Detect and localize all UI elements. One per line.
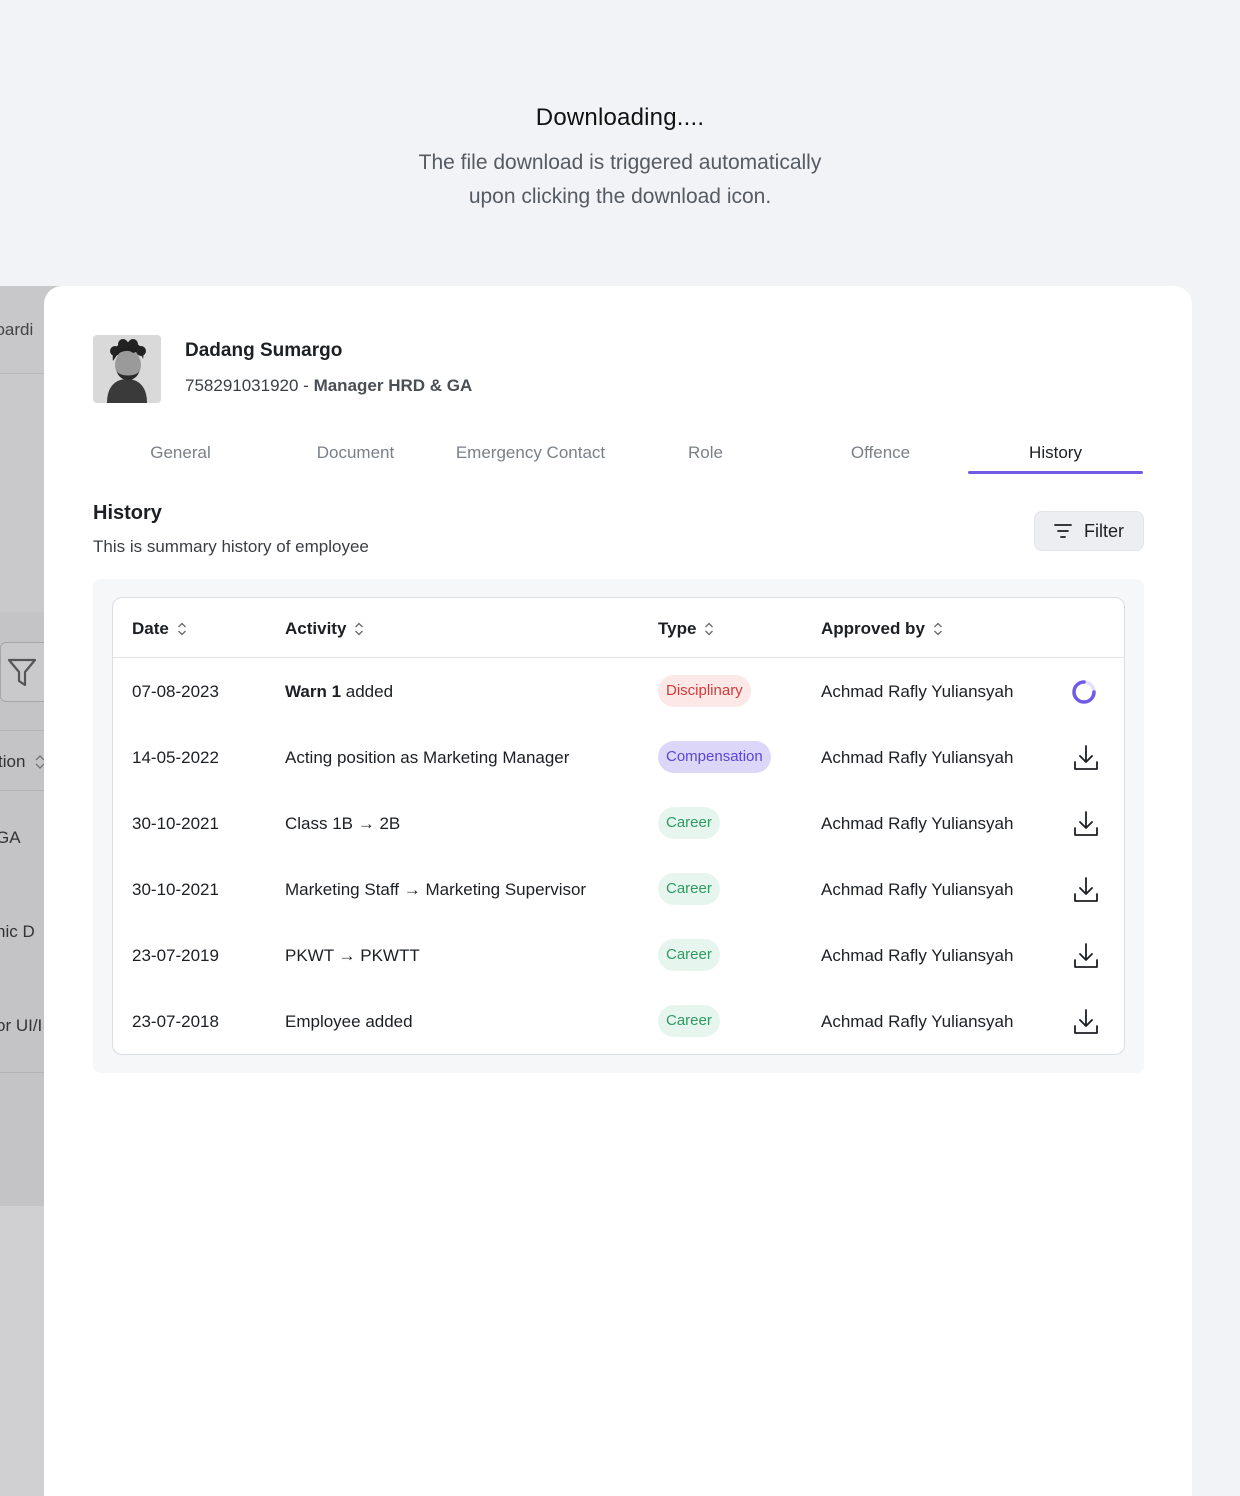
table-row: 07-08-2023 Warn 1 added Disciplinary Ach…	[113, 659, 1124, 725]
employee-id-position: 758291031920 - Manager HRD & GA	[185, 376, 472, 396]
tab-offence[interactable]: Offence	[793, 438, 968, 474]
column-header-approved-by[interactable]: Approved by	[821, 619, 943, 639]
download-icon[interactable]	[1071, 1007, 1101, 1037]
loading-spinner-icon	[1072, 680, 1096, 704]
section-title: History	[93, 502, 162, 524]
table-row: 14-05-2022 Acting position as Marketing …	[113, 725, 1124, 791]
background-header-text: boardi	[0, 320, 34, 339]
cell-approved-by: Achmad Rafly Yuliansyah	[821, 814, 1014, 833]
history-table: Date Activity Type Approved by 07-08-202…	[112, 597, 1125, 1055]
column-header-date[interactable]: Date	[132, 619, 187, 639]
cell-approved-by: Achmad Rafly Yuliansyah	[821, 682, 1014, 701]
cell-date: 30-10-2021	[132, 880, 219, 899]
cell-activity: Warn 1 added	[285, 682, 393, 702]
cell-activity-text: added	[341, 682, 394, 701]
filter-button[interactable]: Filter	[1034, 511, 1144, 551]
caption-subtitle: The file download is triggered automatic…	[0, 146, 1240, 214]
caption-title: Downloading....	[535, 104, 705, 131]
type-badge: Disciplinary	[658, 675, 751, 707]
funnel-icon	[7, 658, 37, 687]
tab-role[interactable]: Role	[618, 438, 793, 474]
filter-button-label: Filter	[1084, 520, 1124, 541]
download-icon[interactable]	[1071, 743, 1101, 773]
column-header-type[interactable]: Type	[658, 619, 714, 639]
background-text: GA	[0, 828, 21, 847]
type-badge: Compensation	[658, 741, 771, 773]
cell-date: 30-10-2021	[132, 814, 219, 833]
cell-activity: Marketing Staff → Marketing Supervisor	[285, 880, 587, 899]
tab-document[interactable]: Document	[268, 438, 443, 474]
tab-history[interactable]: History	[968, 438, 1143, 474]
cell-activity: Class 1B → 2B	[285, 814, 401, 833]
tab-bar: General Document Emergency Contact Role …	[93, 438, 1143, 474]
cell-activity: Employee added	[285, 1012, 413, 1031]
download-caption: Downloading.... The file download is tri…	[0, 104, 1240, 214]
sort-icon	[177, 622, 186, 636]
table-row: 23-07-2019 PKWT → PKWTT Career Achmad Ra…	[113, 923, 1124, 989]
type-badge: Career	[658, 873, 720, 905]
cell-date: 23-07-2019	[132, 946, 219, 965]
filter-lines-icon	[1054, 524, 1072, 538]
tab-emergency-contact[interactable]: Emergency Contact	[443, 438, 618, 474]
download-icon[interactable]	[1071, 809, 1101, 839]
table-row: 30-10-2021 Marketing Staff → Marketing S…	[113, 857, 1124, 923]
download-icon[interactable]	[1071, 875, 1101, 905]
sort-icon	[355, 622, 364, 636]
caption-line-2: upon clicking the download icon.	[468, 185, 772, 208]
column-header-activity-label: Activity	[285, 619, 347, 638]
cell-approved-by: Achmad Rafly Yuliansyah	[821, 946, 1014, 965]
column-header-activity[interactable]: Activity	[285, 619, 364, 639]
sort-icon	[705, 622, 714, 636]
table-row: 23-07-2018 Employee added Career Achmad …	[113, 989, 1124, 1054]
background-text: hic D	[0, 922, 35, 941]
type-badge: Career	[658, 1005, 720, 1037]
table-header: Date Activity Type Approved by	[113, 598, 1124, 658]
cell-approved-by: Achmad Rafly Yuliansyah	[821, 748, 1014, 767]
caption-line-1: The file download is triggered automatic…	[418, 151, 822, 174]
type-badge: Career	[658, 807, 720, 839]
table-row: 30-10-2021 Class 1B → 2B Career Achmad R…	[113, 791, 1124, 857]
employee-detail-panel: Dadang Sumargo 758291031920 - Manager HR…	[44, 286, 1192, 1496]
background-text: or UI/I	[0, 1016, 43, 1035]
avatar-image	[93, 335, 161, 403]
employee-name: Dadang Sumargo	[185, 340, 343, 361]
background-text: tion	[0, 752, 26, 771]
tab-general[interactable]: General	[93, 438, 268, 474]
avatar	[93, 335, 161, 403]
download-icon[interactable]	[1071, 941, 1101, 971]
cell-activity: PKWT → PKWTT	[285, 946, 420, 965]
employee-position: Manager HRD & GA	[313, 376, 473, 395]
column-header-approved-by-label: Approved by	[821, 619, 925, 638]
cell-approved-by: Achmad Rafly Yuliansyah	[821, 880, 1014, 899]
cell-date: 23-07-2018	[132, 1012, 219, 1031]
column-header-type-label: Type	[658, 619, 697, 638]
employee-id: 758291031920 -	[185, 376, 314, 395]
cell-activity-bold: Warn 1	[285, 682, 342, 701]
cell-date: 07-08-2023	[132, 682, 219, 701]
column-header-date-label: Date	[132, 619, 169, 638]
section-subtitle: This is summary history of employee	[93, 537, 369, 556]
cell-approved-by: Achmad Rafly Yuliansyah	[821, 1012, 1014, 1031]
history-table-container: Date Activity Type Approved by 07-08-202…	[93, 579, 1144, 1073]
sort-icon	[933, 622, 942, 636]
type-badge: Career	[658, 939, 720, 971]
cell-activity: Acting position as Marketing Manager	[285, 748, 570, 767]
cell-date: 14-05-2022	[132, 748, 219, 767]
